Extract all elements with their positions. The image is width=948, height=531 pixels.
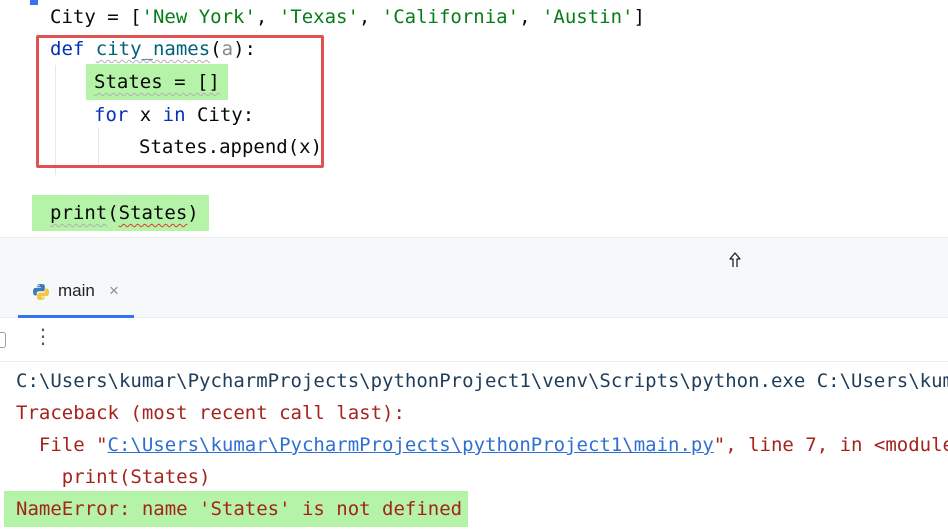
- token-paren: ): [187, 202, 199, 224]
- output-command-line: C:\Users\kumar\PycharmProjects\pythonPro…: [16, 370, 948, 392]
- panel-splitter[interactable]: [0, 237, 948, 267]
- output-traceback-file-line: File "C:\Users\kumar\PycharmProjects\pyt…: [16, 429, 948, 461]
- output-traceback-code: print(States): [16, 466, 211, 488]
- caret-marker: [30, 0, 38, 5]
- annotation-box: [36, 35, 324, 168]
- output-file-link[interactable]: C:\Users\kumar\PycharmProjects\pythonPro…: [108, 434, 714, 456]
- token-builtin: print: [50, 202, 108, 224]
- token-comma: ,: [519, 6, 542, 28]
- run-tab-bar: main ×: [0, 267, 948, 318]
- code-editor[interactable]: City = ['New York', 'Texas', 'California…: [0, 0, 948, 238]
- token-paren: (: [107, 202, 119, 224]
- python-icon: [33, 284, 49, 300]
- highlighted-print-call: print(States): [32, 195, 209, 231]
- output-file-suffix: ", line 7, in <module>: [713, 434, 948, 456]
- token-string: 'Texas': [278, 6, 359, 28]
- token-comma: ,: [255, 6, 279, 28]
- code-line-1[interactable]: City = ['New York', 'Texas', 'California…: [50, 2, 645, 32]
- token-string: 'Austin': [541, 6, 634, 28]
- output-file-prefix: File ": [16, 434, 108, 456]
- output-error-message: NameError: name 'States' is not defined: [16, 498, 463, 520]
- toolbar-button-partial-icon[interactable]: [0, 332, 6, 348]
- run-toolbar: ⋮: [0, 318, 948, 362]
- token-variable: City: [50, 6, 96, 28]
- token-string: 'California': [381, 6, 520, 28]
- run-panel: main × ⋮ C:\Users\kumar\PycharmProjects\…: [0, 267, 948, 531]
- more-options-icon[interactable]: ⋮: [33, 324, 53, 348]
- code-line-6[interactable]: print(States): [32, 195, 209, 231]
- output-traceback-header: Traceback (most recent call last):: [16, 402, 405, 424]
- token-string: 'New York': [141, 6, 256, 28]
- token-bracket: ]: [633, 6, 645, 28]
- tab-label: main: [58, 281, 95, 300]
- tab-main[interactable]: main ×: [18, 267, 134, 318]
- token-comma: ,: [358, 6, 382, 28]
- tab-close-icon[interactable]: ×: [109, 281, 119, 301]
- token-undefined-name: States: [118, 202, 188, 224]
- token-operator: = [: [95, 6, 142, 28]
